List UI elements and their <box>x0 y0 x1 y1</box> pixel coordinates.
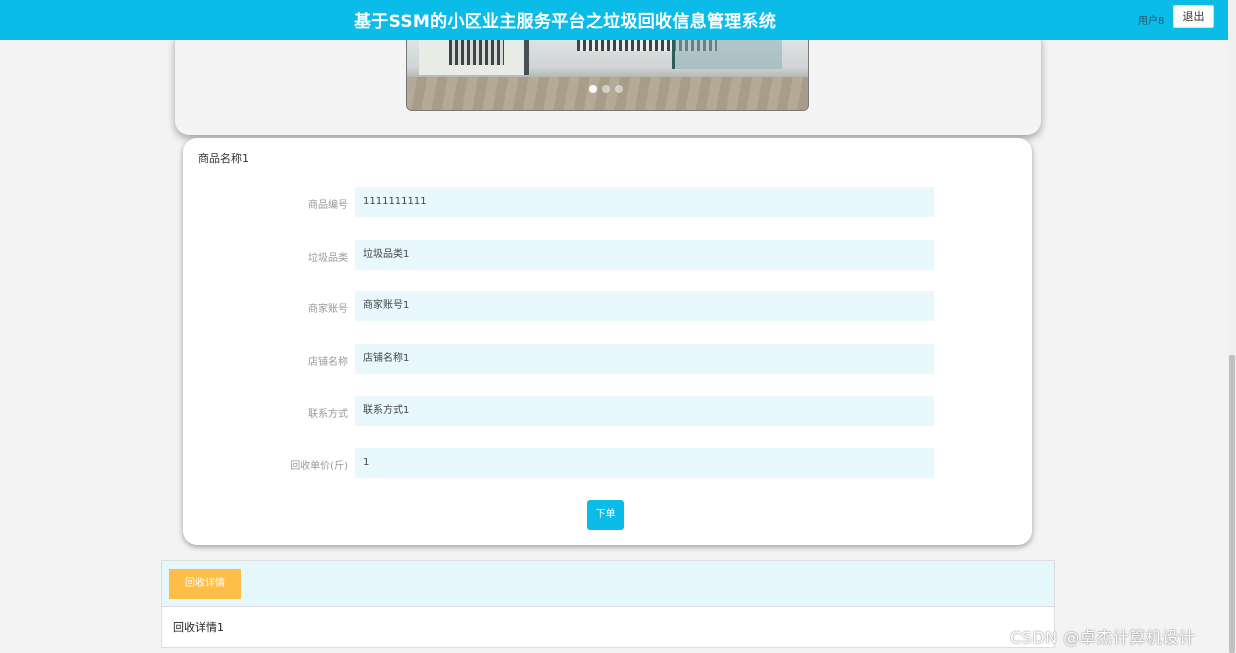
field-label: 店铺名称 <box>308 357 348 368</box>
field-value: 商家账号1 <box>355 291 934 321</box>
carousel-dot-2[interactable] <box>602 85 610 93</box>
field-row-shop-name: 店铺名称 店铺名称1 <box>183 344 1032 374</box>
field-value: 1111111111 <box>355 187 934 217</box>
field-value: 垃圾品类1 <box>355 240 934 270</box>
current-user: 用户8 <box>1138 16 1165 27</box>
field-label: 回收单价(斤) <box>290 461 348 472</box>
product-name: 商品名称1 <box>198 152 249 165</box>
logout-button[interactable]: 退出 <box>1173 5 1214 28</box>
field-value: 店铺名称1 <box>355 344 934 374</box>
top-bar: 基于SSM的小区业主服务平台之垃圾回收信息管理系统 用户8 退出 <box>0 0 1228 40</box>
field-label: 商家账号 <box>308 304 348 315</box>
carousel-indicators <box>589 85 623 93</box>
field-row-merchant-account: 商家账号 商家账号1 <box>183 291 1032 321</box>
scrollbar-thumb[interactable] <box>1229 355 1235 653</box>
watermark: CSDN @卓杰计算机设计 <box>1010 628 1196 647</box>
carousel-dot-1[interactable] <box>589 85 597 93</box>
field-row-unit-price: 回收单价(斤) 1 <box>183 448 1032 478</box>
field-label: 垃圾品类 <box>308 253 348 264</box>
carousel-dot-3[interactable] <box>615 85 623 93</box>
field-row-category: 垃圾品类 垃圾品类1 <box>183 240 1032 270</box>
carousel-image[interactable] <box>406 38 809 111</box>
field-row-product-number: 商品编号 1111111111 <box>183 187 1032 217</box>
glass-panel <box>672 39 782 69</box>
place-order-button[interactable]: 下单 <box>587 500 624 530</box>
field-label: 联系方式 <box>308 409 348 420</box>
tab-recycle-details[interactable]: 回收详情 <box>169 569 241 599</box>
field-row-contact: 联系方式 联系方式1 <box>183 396 1032 426</box>
product-detail-card: 商品名称1 商品编号 1111111111 垃圾品类 垃圾品类1 商家账号 商家… <box>183 138 1032 545</box>
details-panel: 回收详情 回收详情1 <box>161 560 1055 648</box>
pavement <box>407 77 808 110</box>
field-label: 商品编号 <box>308 200 348 211</box>
details-tab-bar: 回收详情 <box>162 561 1054 607</box>
details-content: 回收详情1 <box>173 621 224 634</box>
field-value: 联系方式1 <box>355 396 934 426</box>
kiosk-bars <box>449 39 504 65</box>
page-title: 基于SSM的小区业主服务平台之垃圾回收信息管理系统 <box>354 12 777 32</box>
field-value: 1 <box>355 448 934 478</box>
scrollbar[interactable] <box>1228 0 1236 653</box>
kiosk-illustration <box>419 39 529 75</box>
